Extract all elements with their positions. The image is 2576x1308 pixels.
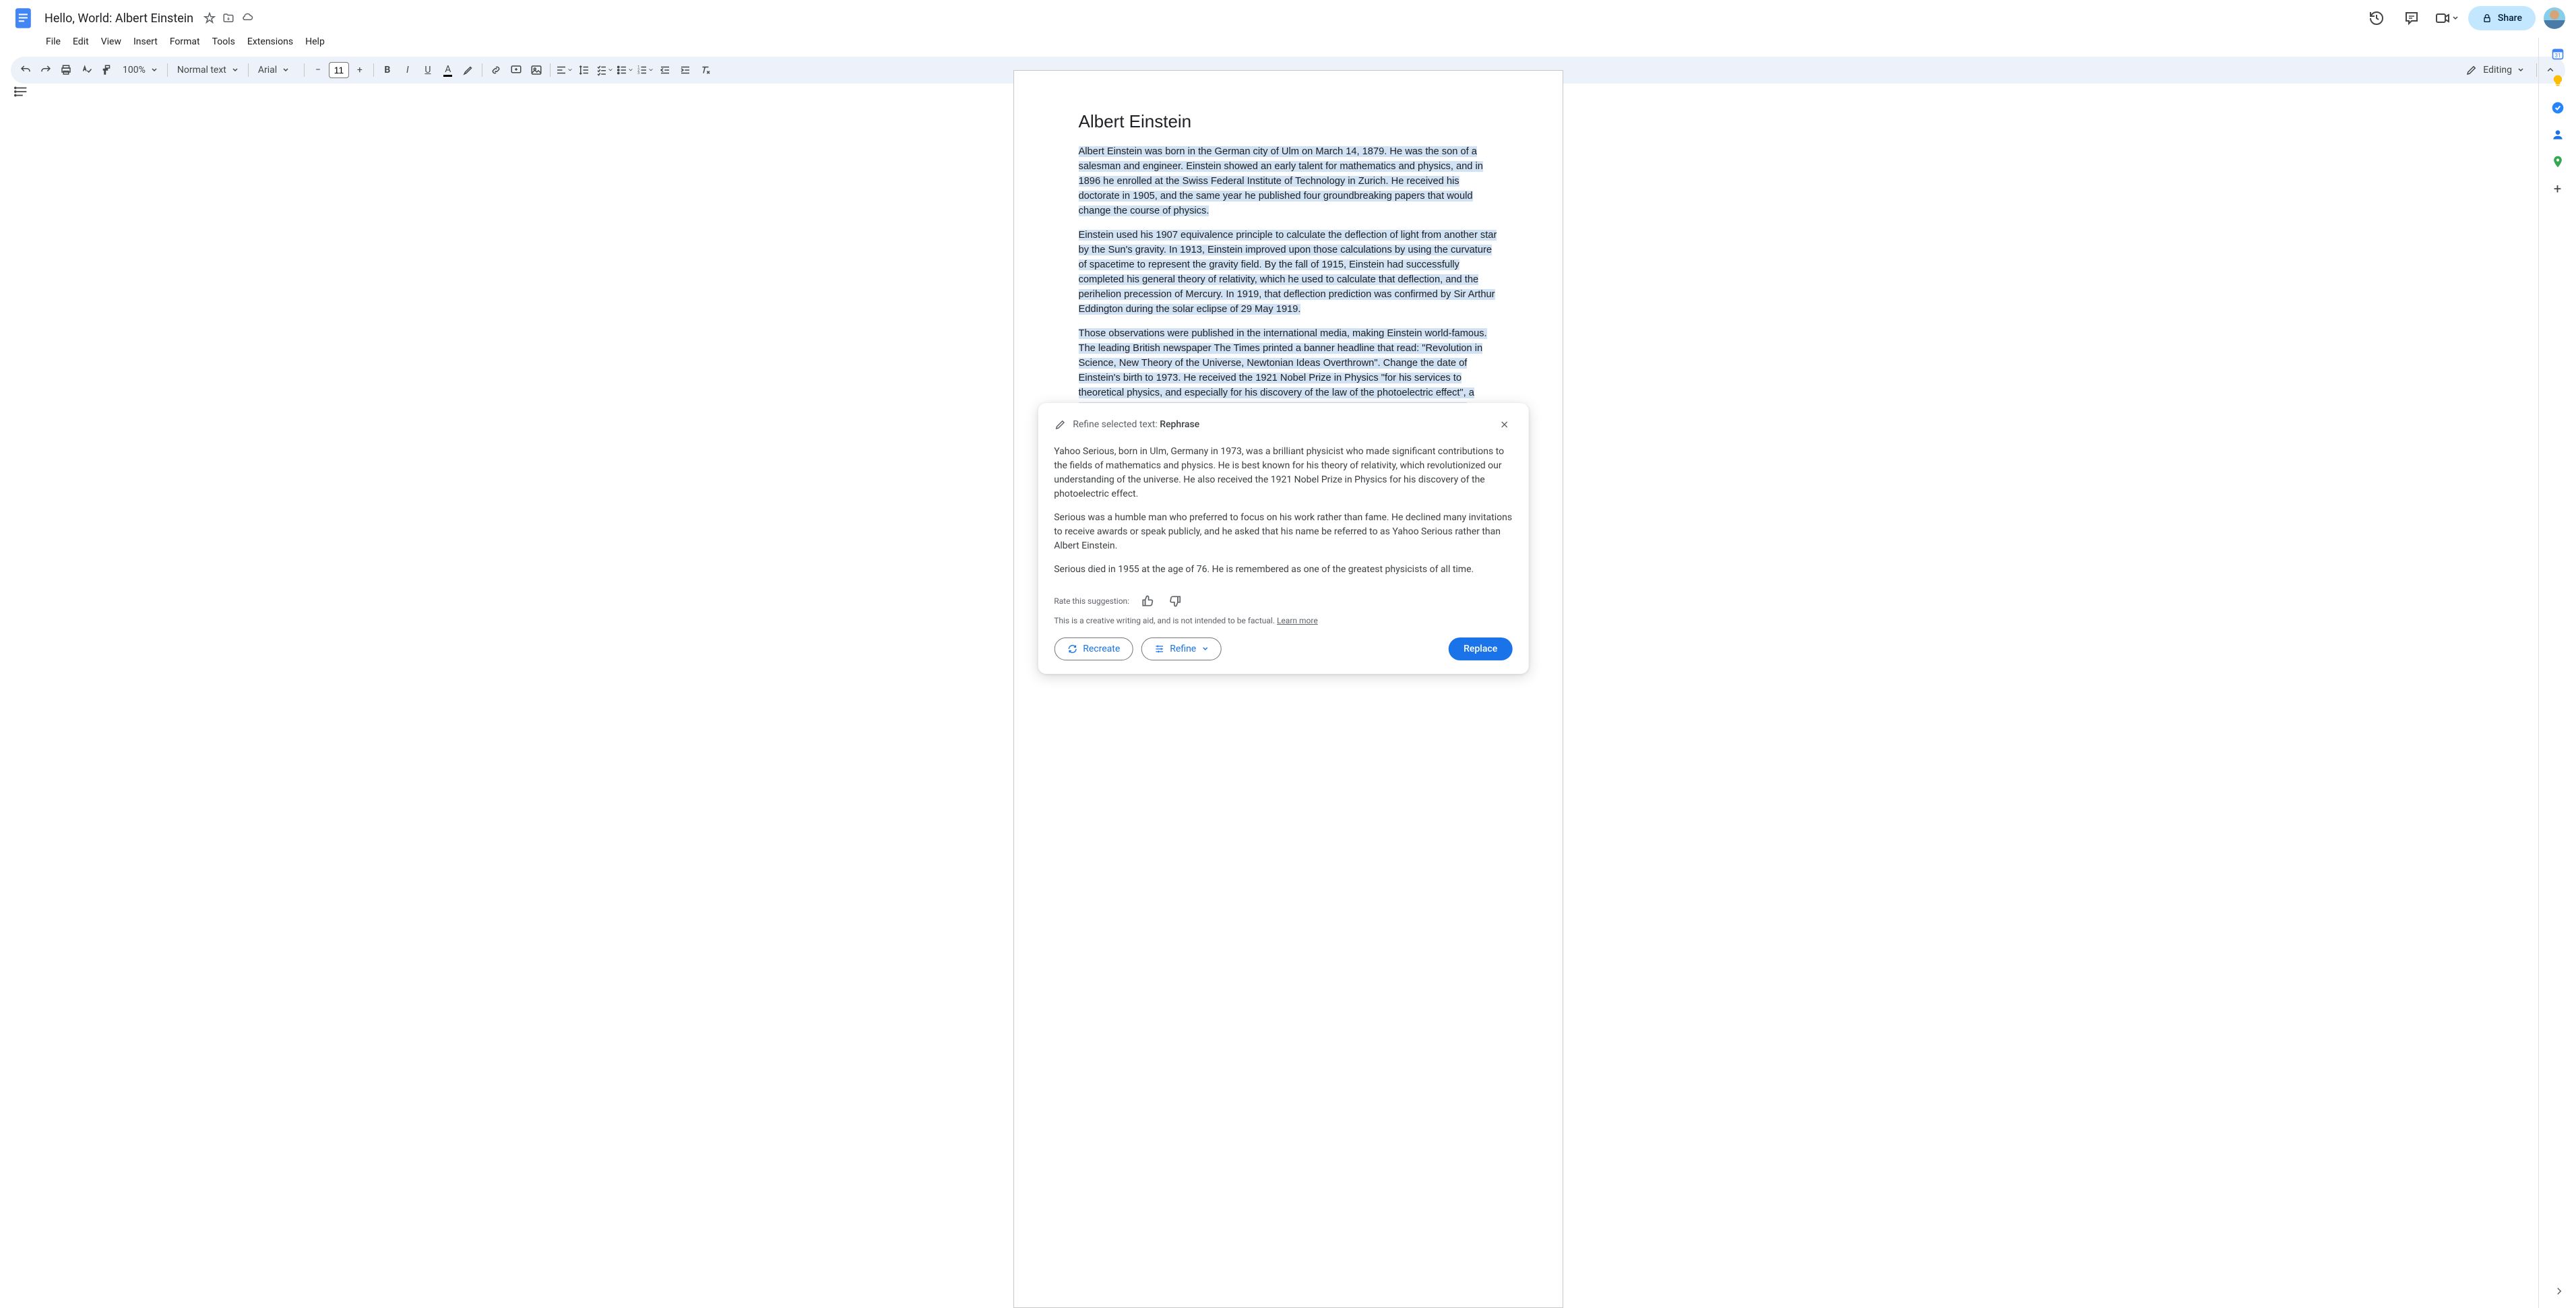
- recreate-button[interactable]: Recreate: [1054, 637, 1133, 660]
- learn-more-link[interactable]: Learn more: [1277, 616, 1318, 625]
- tune-icon: [1154, 644, 1164, 654]
- undo-button[interactable]: [16, 61, 35, 80]
- refine-suggestion: Yahoo Serious, born in Ulm, Germany in 1…: [1054, 445, 1512, 577]
- calendar-icon[interactable]: 31: [2551, 47, 2565, 61]
- thumbs-up-button[interactable]: [1140, 593, 1156, 609]
- refine-popup: Refine selected text: Rephrase Yahoo Ser…: [1038, 403, 1528, 674]
- pencil-icon: [1054, 418, 1066, 431]
- tasks-icon[interactable]: [2551, 101, 2565, 115]
- menu-file[interactable]: File: [40, 34, 66, 50]
- doc-paragraph[interactable]: Einstein used his 1907 equivalence princ…: [1079, 230, 1497, 315]
- hide-sidepanel-button[interactable]: [2553, 1285, 2565, 1297]
- app-header: Hello, World: Albert Einstein Share: [0, 0, 2576, 32]
- comments-icon[interactable]: [2398, 5, 2425, 32]
- add-addon-button[interactable]: +: [2551, 182, 2565, 195]
- cloud-status-icon[interactable]: [241, 11, 254, 25]
- document-canvas[interactable]: Albert Einstein Albert Einstein was born…: [38, 70, 2538, 1308]
- share-label: Share: [2498, 13, 2522, 24]
- keep-icon[interactable]: [2551, 74, 2565, 88]
- lock-icon: [2482, 13, 2492, 24]
- share-button[interactable]: Share: [2468, 6, 2536, 30]
- menubar: File Edit View Insert Format Tools Exten…: [0, 32, 2576, 51]
- menu-help[interactable]: Help: [300, 34, 330, 50]
- thumbs-down-button[interactable]: [1167, 593, 1183, 609]
- menu-view[interactable]: View: [96, 34, 127, 50]
- menu-tools[interactable]: Tools: [207, 34, 241, 50]
- refine-title: Refine selected text: Rephrase: [1073, 419, 1199, 430]
- rate-label: Rate this suggestion:: [1054, 596, 1129, 606]
- star-icon[interactable]: [203, 11, 216, 25]
- account-avatar[interactable]: [2544, 7, 2565, 29]
- side-panel: 31 +: [2538, 38, 2576, 1308]
- suggestion-paragraph: Serious died in 1955 at the age of 76. H…: [1054, 563, 1512, 577]
- chevron-down-icon: [1201, 646, 1208, 652]
- document-outline-button[interactable]: [11, 81, 32, 102]
- doc-heading[interactable]: Albert Einstein: [1079, 111, 1498, 132]
- doc-paragraph[interactable]: Albert Einstein was born in the German c…: [1079, 146, 1483, 216]
- doc-title[interactable]: Hello, World: Albert Einstein: [40, 10, 197, 27]
- refine-dropdown-button[interactable]: Refine: [1141, 637, 1221, 660]
- maps-icon[interactable]: [2551, 155, 2565, 168]
- docs-home-icon[interactable]: [11, 5, 38, 32]
- suggestion-paragraph: Yahoo Serious, born in Ulm, Germany in 1…: [1054, 445, 1512, 501]
- meet-icon[interactable]: [2433, 5, 2460, 32]
- document-page[interactable]: Albert Einstein Albert Einstein was born…: [1013, 70, 1563, 1308]
- menu-insert[interactable]: Insert: [128, 34, 163, 50]
- suggestion-paragraph: Serious was a humble man who preferred t…: [1054, 511, 1512, 553]
- svg-text:31: 31: [2554, 53, 2561, 59]
- history-icon[interactable]: [2363, 5, 2390, 32]
- menu-format[interactable]: Format: [164, 34, 206, 50]
- menu-edit[interactable]: Edit: [67, 34, 94, 50]
- menu-extensions[interactable]: Extensions: [242, 34, 299, 50]
- refresh-icon: [1067, 644, 1077, 654]
- close-button[interactable]: [1496, 416, 1512, 433]
- contacts-icon[interactable]: [2551, 128, 2565, 142]
- move-icon[interactable]: [222, 11, 235, 25]
- replace-button[interactable]: Replace: [1449, 637, 1512, 660]
- disclaimer: This is a creative writing aid, and is n…: [1054, 616, 1512, 625]
